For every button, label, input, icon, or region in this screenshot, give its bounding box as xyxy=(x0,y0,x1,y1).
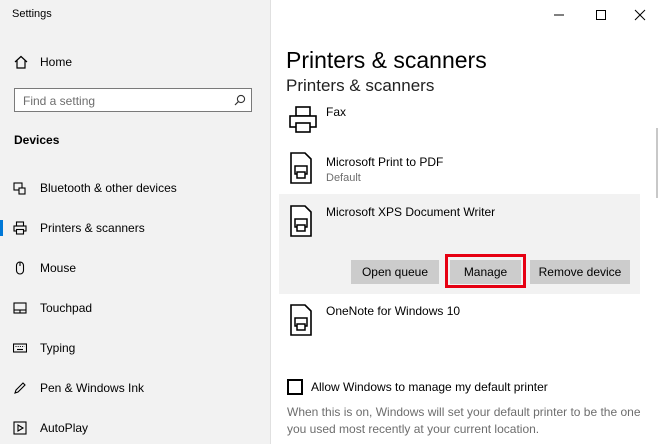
fax-icon xyxy=(288,104,318,139)
printer-icon xyxy=(13,221,27,235)
sidebar-item-label: Mouse xyxy=(40,261,77,275)
maximize-icon xyxy=(596,10,606,20)
printer-item-onenote[interactable]: OneNote for Windows 10 xyxy=(279,298,640,342)
sidebar-item-touchpad[interactable]: Touchpad xyxy=(0,294,270,322)
home-nav-item[interactable]: Home xyxy=(14,50,72,74)
mouse-icon xyxy=(13,261,27,275)
printer-icon xyxy=(288,205,314,242)
page-title: Printers & scanners xyxy=(286,47,487,73)
scrollbar-thumb[interactable] xyxy=(656,128,658,198)
manage-highlight-box xyxy=(445,254,526,288)
sidebar-item-label: Bluetooth & other devices xyxy=(40,181,177,195)
default-printer-checkbox[interactable] xyxy=(287,379,303,395)
printer-status: Default xyxy=(326,172,361,184)
sidebar-item-mouse[interactable]: Mouse xyxy=(0,254,270,282)
remove-device-button[interactable]: Remove device xyxy=(530,260,630,284)
minimize-button[interactable] xyxy=(551,7,567,23)
printer-icon xyxy=(288,304,314,341)
open-queue-button[interactable]: Open queue xyxy=(351,260,439,284)
main-panel: Printers & scanners Printers & scanners … xyxy=(271,0,660,444)
sidebar-item-pen[interactable]: Pen & Windows Ink xyxy=(0,374,270,402)
sidebar: Settings Home Find a setting Devices Blu… xyxy=(0,0,270,444)
bluetooth-devices-icon xyxy=(13,181,27,195)
search-input[interactable]: Find a setting xyxy=(14,88,252,112)
search-icon xyxy=(234,94,246,106)
close-icon xyxy=(634,9,646,21)
sidebar-item-label: Printers & scanners xyxy=(40,221,145,235)
printer-name: Microsoft Print to PDF xyxy=(326,155,444,169)
sidebar-item-bluetooth[interactable]: Bluetooth & other devices xyxy=(0,174,270,202)
sidebar-item-label: Touchpad xyxy=(40,301,93,315)
home-icon xyxy=(14,55,28,69)
sidebar-item-autoplay[interactable]: AutoPlay xyxy=(0,414,270,442)
maximize-button[interactable] xyxy=(593,7,609,23)
sidebar-item-typing[interactable]: Typing xyxy=(0,334,270,362)
sidebar-item-printers[interactable]: Printers & scanners xyxy=(0,214,270,242)
sidebar-item-label: Pen & Windows Ink xyxy=(40,381,145,395)
touchpad-icon xyxy=(13,301,27,315)
printer-name: Microsoft XPS Document Writer xyxy=(326,205,496,219)
printer-item-fax[interactable]: Fax xyxy=(279,100,640,142)
keyboard-icon xyxy=(13,341,27,355)
printer-icon xyxy=(288,152,314,189)
section-subtitle: Printers & scanners xyxy=(286,76,435,95)
pen-icon xyxy=(13,381,27,395)
close-button[interactable] xyxy=(632,7,648,23)
home-label: Home xyxy=(40,55,73,69)
window-title: Settings xyxy=(12,8,52,20)
autoplay-icon xyxy=(13,421,27,435)
sidebar-item-label: Typing xyxy=(40,341,76,355)
search-placeholder: Find a setting xyxy=(23,94,96,108)
printer-item-pdf[interactable]: Microsoft Print to PDF Default xyxy=(279,146,640,192)
printer-name: OneNote for Windows 10 xyxy=(326,304,461,318)
default-printer-description: When this is on, Windows will set your d… xyxy=(287,405,641,436)
printer-name: Fax xyxy=(326,105,347,119)
section-label-devices: Devices xyxy=(14,133,60,147)
sidebar-item-label: AutoPlay xyxy=(40,421,89,435)
default-printer-checkbox-label: Allow Windows to manage my default print… xyxy=(311,380,548,394)
minimize-icon xyxy=(554,14,564,16)
